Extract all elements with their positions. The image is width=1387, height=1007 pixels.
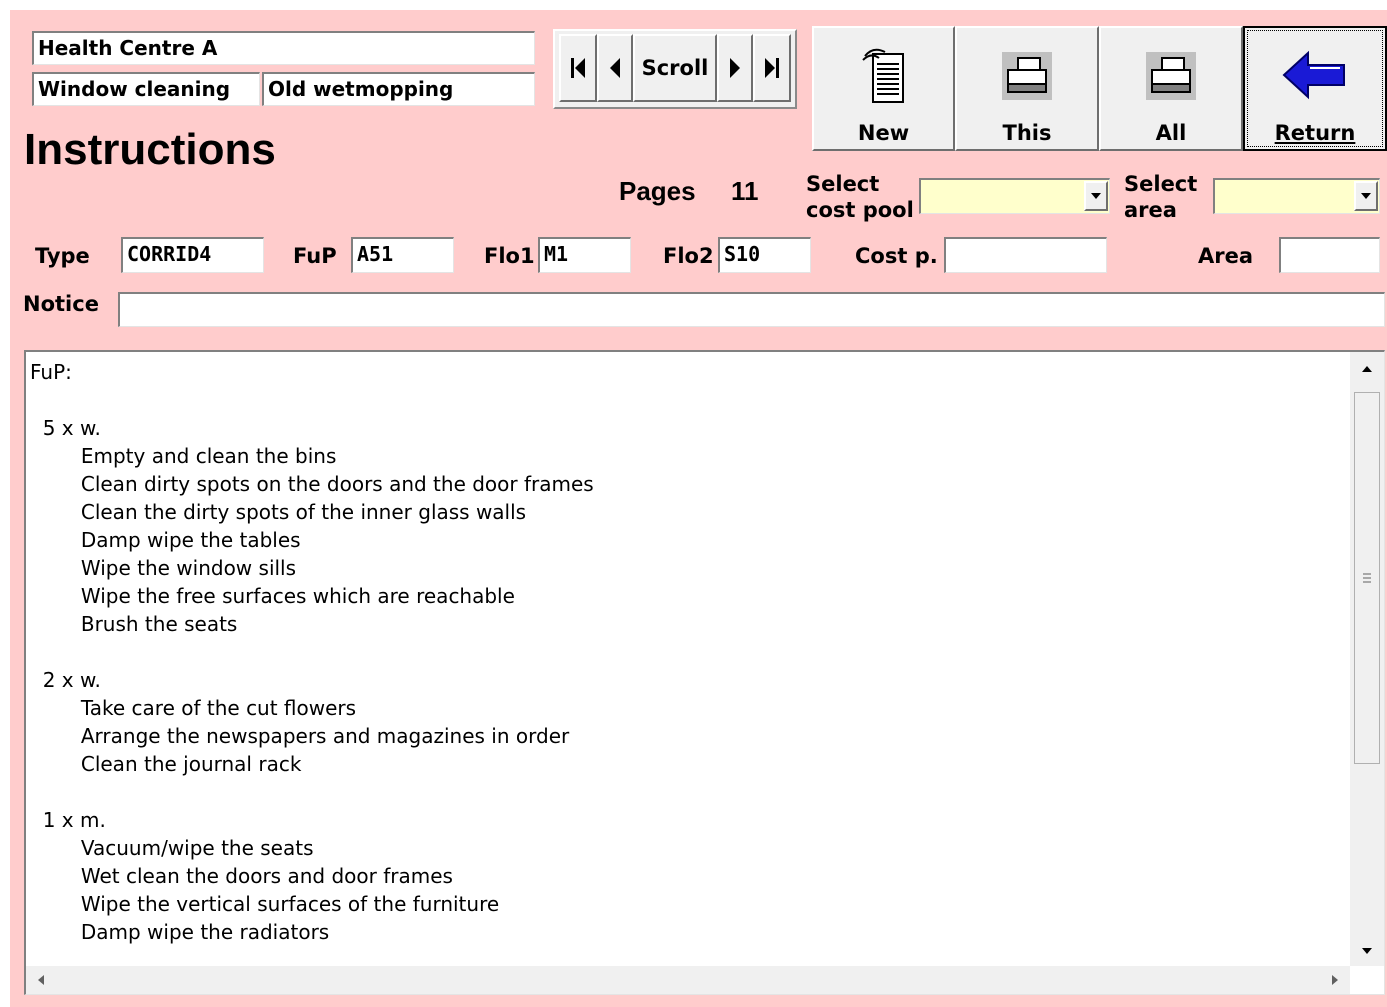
back-arrow-icon — [1282, 50, 1345, 100]
prev-record-button[interactable] — [597, 34, 633, 102]
work-type-field[interactable]: Window cleaning — [32, 72, 260, 106]
instruction-line: Wet clean the doors and door frames — [30, 864, 453, 888]
instruction-line — [30, 386, 1344, 414]
scroll-down-icon[interactable] — [1350, 936, 1384, 966]
last-record-icon — [765, 58, 779, 78]
next-record-icon — [730, 58, 740, 78]
method-field[interactable]: Old wetmopping — [262, 72, 535, 106]
new-label: New — [857, 121, 910, 145]
last-record-button[interactable] — [753, 34, 791, 102]
instruction-line: Wipe the free surfaces which are reachab… — [30, 584, 515, 608]
site-name-field[interactable]: Health Centre A — [32, 31, 535, 65]
next-record-button[interactable] — [717, 34, 753, 102]
instruction-line — [30, 778, 1344, 806]
cost-pool-select[interactable] — [919, 178, 1110, 214]
print-all-button[interactable]: All — [1099, 26, 1243, 151]
flo2-field[interactable]: S10 — [718, 237, 811, 273]
instruction-line: Empty and clean the bins — [30, 444, 337, 468]
pages-label: Pages — [619, 176, 696, 206]
print-this-button[interactable]: This — [955, 26, 1099, 151]
area-select[interactable] — [1213, 178, 1380, 214]
type-label: Type — [35, 244, 90, 268]
type-field[interactable]: CORRID4 — [121, 237, 264, 273]
chevron-down-icon — [1361, 193, 1371, 199]
instruction-line: Clean dirty spots on the doors and the d… — [30, 472, 594, 496]
cost-p-field[interactable] — [944, 237, 1107, 273]
scroll-button[interactable]: Scroll — [633, 34, 717, 102]
scrollbar-thumb[interactable] — [1354, 392, 1380, 764]
new-button[interactable]: New — [812, 26, 955, 151]
instructions-text[interactable]: FuP: 5 x w. Empty and clean the bins Cle… — [30, 358, 1344, 964]
area-label: Area — [1198, 244, 1254, 268]
prev-record-icon — [610, 58, 620, 78]
instruction-line: Brush the seats — [30, 612, 238, 636]
flo1-label: Flo1 — [484, 244, 535, 268]
notice-label: Notice — [23, 292, 99, 316]
this-label: This — [1002, 121, 1052, 145]
area-field[interactable] — [1279, 237, 1380, 273]
first-record-button[interactable] — [559, 34, 597, 102]
all-label: All — [1155, 121, 1187, 145]
return-button[interactable]: Return — [1243, 26, 1387, 151]
instructions-textarea[interactable]: FuP: 5 x w. Empty and clean the bins Cle… — [24, 350, 1385, 995]
instruction-line: Wipe the vertical surfaces of the furnit… — [30, 892, 500, 916]
instruction-line: 1 x m. — [30, 808, 106, 832]
instruction-line: FuP: — [30, 360, 72, 384]
flo2-label: Flo2 — [663, 244, 714, 268]
instruction-line: Clean the dirty spots of the inner glass… — [30, 500, 527, 524]
instruction-line: Wipe the window sills — [30, 556, 297, 580]
pages-count: 11 — [731, 176, 759, 206]
grip-icon — [1363, 573, 1371, 583]
cost-pool-label: Select cost pool — [806, 172, 914, 222]
new-document-icon — [861, 48, 904, 103]
instruction-line: Take care of the cut flowers — [30, 696, 357, 720]
chevron-down-icon — [1091, 193, 1101, 199]
instruction-line — [30, 638, 1344, 666]
instruction-line: Vacuum/wipe the seats — [30, 836, 314, 860]
instruction-line: 5 x w. — [30, 416, 101, 440]
printer-icon — [1002, 52, 1052, 100]
return-label: Return — [1274, 121, 1356, 145]
first-record-icon — [571, 58, 585, 78]
scroll-label: Scroll — [641, 56, 709, 80]
scroll-left-icon[interactable] — [26, 966, 56, 994]
area-dropdown-button[interactable] — [1354, 181, 1378, 211]
fup-label: FuP — [293, 244, 337, 268]
area-select-label: Select area — [1124, 172, 1198, 222]
notice-field[interactable] — [118, 292, 1385, 327]
fup-field[interactable]: A51 — [351, 237, 454, 273]
instruction-line: Damp wipe the tables — [30, 528, 301, 552]
scroll-up-icon[interactable] — [1350, 352, 1384, 382]
instruction-line: Arrange the newspapers and magazines in … — [30, 724, 570, 748]
instruction-line: Damp wipe the radiators — [30, 920, 330, 944]
vertical-scrollbar[interactable] — [1350, 352, 1384, 966]
flo1-field[interactable]: M1 — [538, 237, 631, 273]
cost-pool-dropdown-button[interactable] — [1084, 181, 1108, 211]
instruction-line: 2 x w. — [30, 668, 101, 692]
horizontal-scrollbar[interactable] — [26, 966, 1350, 994]
page-title: Instructions — [24, 125, 276, 174]
scroll-right-icon[interactable] — [1320, 966, 1350, 994]
instruction-line: Clean the journal rack — [30, 752, 302, 776]
printer-icon — [1146, 52, 1196, 100]
cost-p-label: Cost p. — [855, 244, 938, 268]
